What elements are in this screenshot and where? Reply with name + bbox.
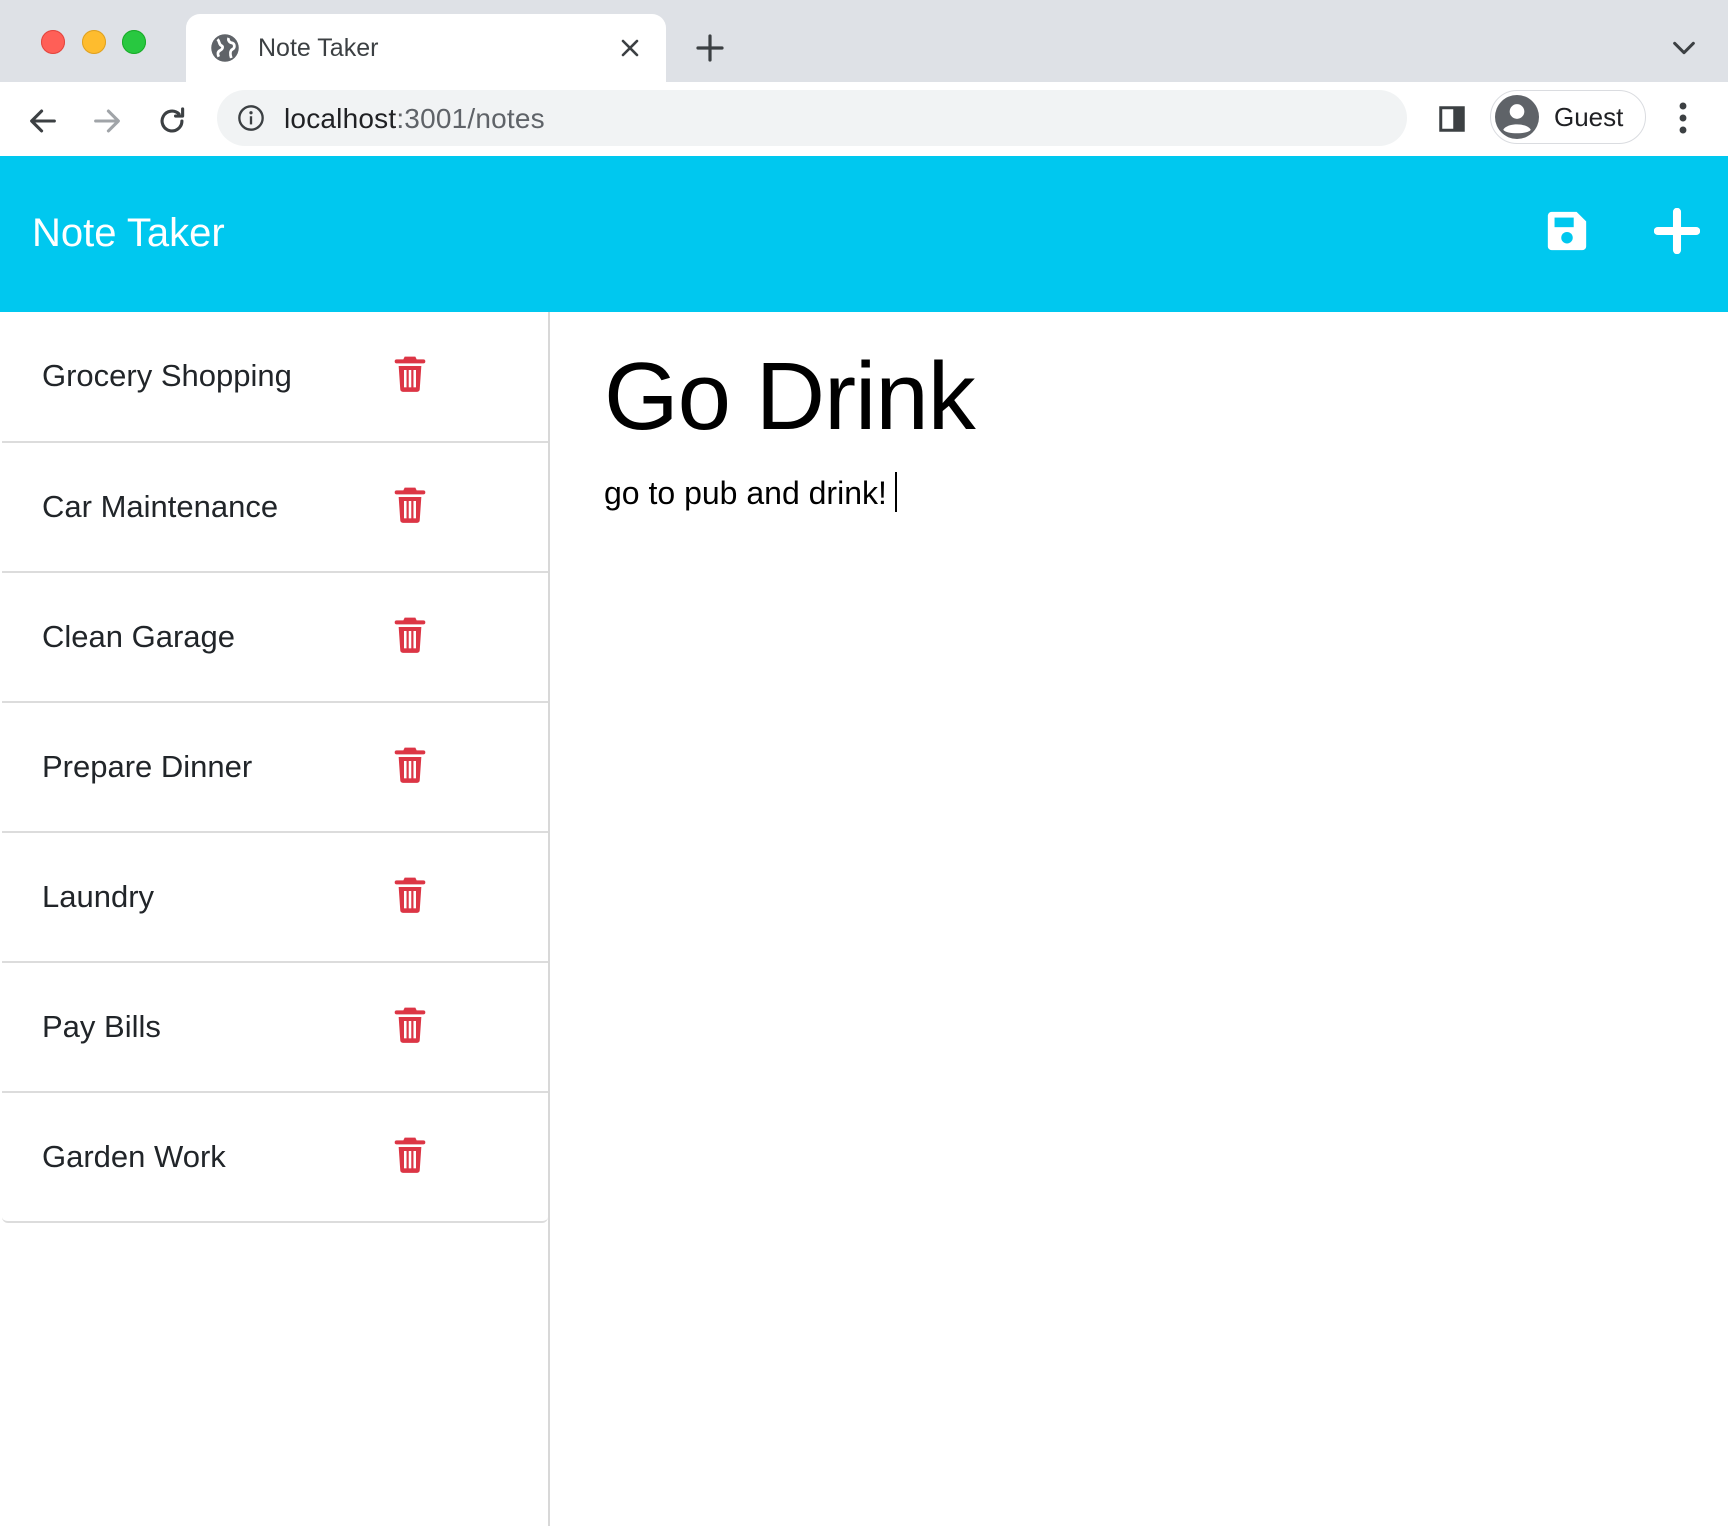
trash-icon[interactable]: [394, 486, 426, 524]
list-item[interactable]: Prepare Dinner: [2, 701, 548, 831]
profile-name: Guest: [1554, 102, 1624, 132]
note-list: Grocery Shopping Car Maintenance Clean G…: [2, 312, 548, 1223]
plus-icon[interactable]: [1654, 208, 1700, 254]
trash-icon[interactable]: [394, 616, 426, 654]
url-path: :3001/notes: [396, 103, 545, 134]
note-editor: Go Drink go to pub and drink!: [552, 312, 1728, 1526]
note-title-input[interactable]: Go Drink: [604, 342, 976, 452]
forward-arrow-icon[interactable]: [90, 104, 124, 138]
minimize-window-button[interactable]: [82, 30, 106, 54]
back-arrow-icon[interactable]: [26, 104, 60, 138]
url-text: localhost:3001/notes: [284, 103, 545, 135]
list-item-title: Laundry: [42, 879, 155, 914]
address-bar[interactable]: localhost:3001/notes: [217, 90, 1407, 146]
trash-icon[interactable]: [394, 1136, 426, 1174]
trash-icon[interactable]: [394, 1006, 426, 1044]
list-item-title: Prepare Dinner: [42, 749, 253, 784]
list-item[interactable]: Clean Garage: [2, 571, 548, 701]
chevron-down-icon[interactable]: [1670, 36, 1698, 60]
tab-strip: Note Taker: [0, 0, 1728, 82]
kebab-menu-icon[interactable]: [1668, 100, 1698, 136]
avatar-icon: [1495, 95, 1539, 139]
profile-button[interactable]: Guest: [1490, 90, 1646, 144]
save-icon[interactable]: [1544, 208, 1590, 254]
url-host: localhost: [284, 103, 397, 134]
list-item-title: Garden Work: [42, 1139, 226, 1174]
notes-sidebar: Grocery Shopping Car Maintenance Clean G…: [0, 312, 550, 1526]
list-item-title: Clean Garage: [42, 619, 236, 654]
trash-icon[interactable]: [394, 746, 426, 784]
list-item-title: Car Maintenance: [42, 489, 279, 524]
browser-window: Note Taker localhost:3001/notes Guest No…: [0, 0, 1728, 1526]
tab-title: Note Taker: [258, 34, 379, 62]
list-item[interactable]: Garden Work: [2, 1091, 548, 1221]
close-icon[interactable]: [618, 36, 642, 60]
text-caret: [894, 472, 897, 512]
app-title[interactable]: Note Taker: [32, 211, 225, 256]
plus-icon[interactable]: [694, 32, 726, 64]
tab-note-taker[interactable]: Note Taker: [186, 14, 666, 82]
trash-icon[interactable]: [394, 355, 426, 393]
list-item[interactable]: Laundry: [2, 831, 548, 961]
app-navbar: Note Taker: [0, 156, 1728, 312]
close-window-button[interactable]: [41, 30, 65, 54]
list-item[interactable]: Car Maintenance: [2, 441, 548, 571]
note-text: go to pub and drink!: [604, 475, 887, 511]
list-item[interactable]: Pay Bills: [2, 961, 548, 1091]
list-item-title: Grocery Shopping: [42, 358, 292, 393]
trash-icon[interactable]: [394, 876, 426, 914]
list-item-title: Pay Bills: [42, 1009, 161, 1044]
maximize-window-button[interactable]: [122, 30, 146, 54]
side-panel-icon[interactable]: [1437, 104, 1467, 134]
reload-icon[interactable]: [155, 104, 189, 138]
browser-toolbar: localhost:3001/notes Guest: [0, 82, 1728, 157]
info-icon[interactable]: [237, 104, 265, 132]
note-textarea[interactable]: go to pub and drink!: [604, 472, 897, 512]
globe-icon: [211, 34, 239, 62]
list-item[interactable]: Grocery Shopping: [2, 312, 548, 441]
